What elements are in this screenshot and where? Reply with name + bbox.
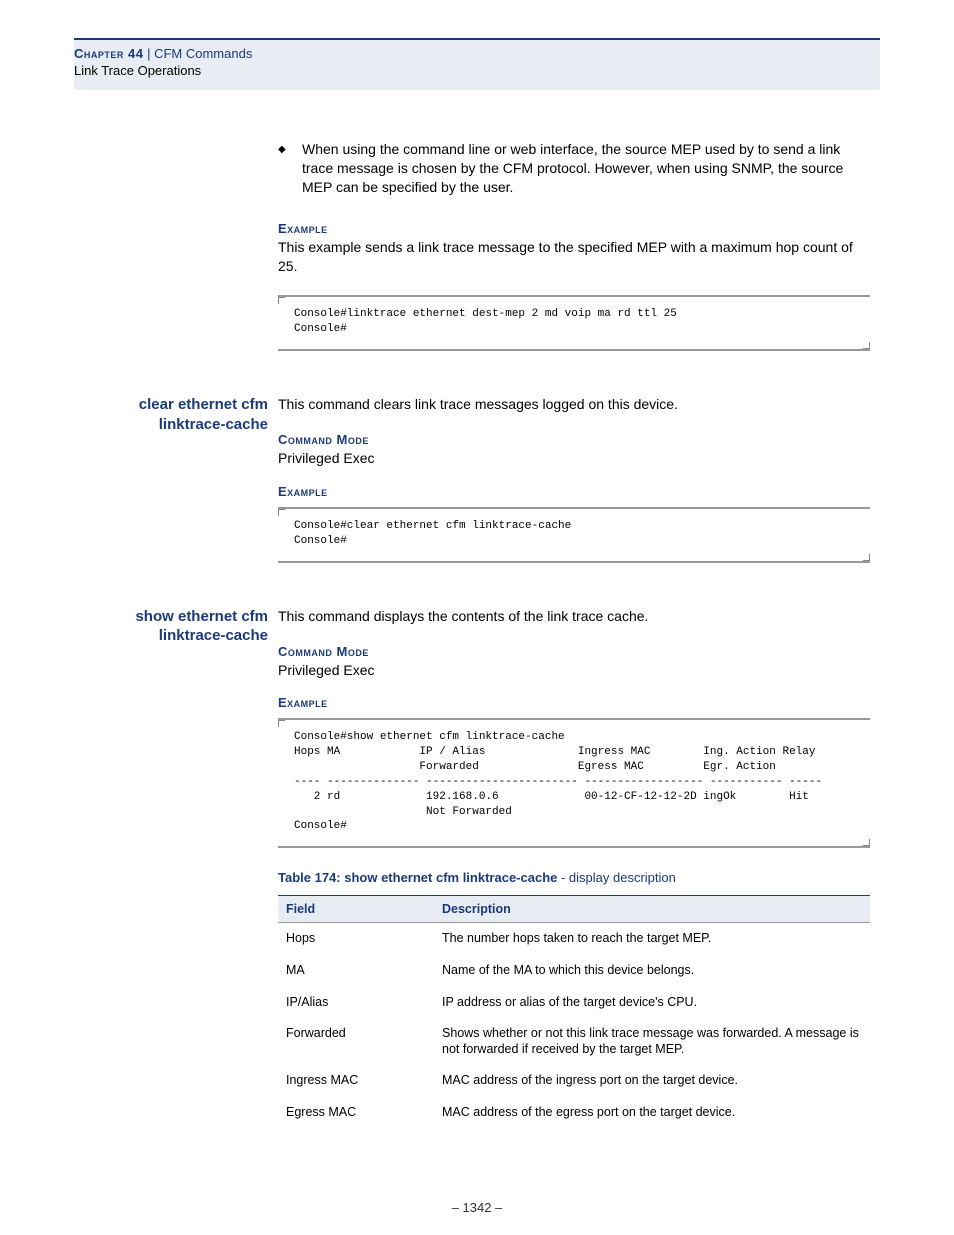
cell-desc: Shows whether or not this link trace mes… — [434, 1018, 870, 1065]
command-desc-show: This command displays the contents of th… — [278, 607, 870, 626]
command-mode-value-2: Privileged Exec — [278, 661, 870, 680]
table-row: ForwardedShows whether or not this link … — [278, 1018, 870, 1065]
code-block-1: Console#linktrace ethernet dest-mep 2 md… — [278, 295, 870, 351]
example-label-2: Example — [278, 484, 870, 499]
command-name-show: show ethernet cfm linktrace-cache — [74, 607, 268, 646]
example-label-3: Example — [278, 695, 870, 710]
cell-field: Ingress MAC — [278, 1065, 434, 1097]
cell-desc: Name of the MA to which this device belo… — [434, 955, 870, 987]
header-line-1: Chapter 44 | CFM Commands — [74, 46, 880, 61]
th-desc: Description — [434, 896, 870, 923]
table-caption-rest: - display description — [557, 870, 676, 885]
th-field: Field — [278, 896, 434, 923]
table-row: MAName of the MA to which this device be… — [278, 955, 870, 987]
bullet-item: ◆ When using the command line or web int… — [278, 140, 870, 197]
table-caption-bold: Table 174: show ethernet cfm linktrace-c… — [278, 870, 557, 885]
header-sep: | — [143, 46, 154, 61]
command-mode-label-2: Command Mode — [278, 644, 870, 659]
command-mode-label: Command Mode — [278, 432, 870, 447]
cell-desc: MAC address of the ingress port on the t… — [434, 1065, 870, 1097]
cell-desc: MAC address of the egress port on the ta… — [434, 1097, 870, 1129]
cell-field: Hops — [278, 923, 434, 955]
cell-field: Forwarded — [278, 1018, 434, 1065]
header-subtitle: Link Trace Operations — [74, 63, 880, 78]
cell-field: Egress MAC — [278, 1097, 434, 1129]
page-header: Chapter 44 | CFM Commands Link Trace Ope… — [74, 38, 880, 90]
page-number: – 1342 – — [0, 1200, 954, 1215]
cell-field: IP/Alias — [278, 987, 434, 1019]
table-row: IP/AliasIP address or alias of the targe… — [278, 987, 870, 1019]
command-mode-value: Privileged Exec — [278, 449, 870, 468]
table-caption: Table 174: show ethernet cfm linktrace-c… — [278, 870, 870, 885]
code-block-3: Console#show ethernet cfm linktrace-cach… — [278, 718, 870, 848]
cell-field: MA — [278, 955, 434, 987]
bullet-text: When using the command line or web inter… — [302, 140, 870, 197]
code-block-2: Console#clear ethernet cfm linktrace-cac… — [278, 507, 870, 563]
bullet-icon: ◆ — [278, 140, 302, 197]
table-row: Egress MACMAC address of the egress port… — [278, 1097, 870, 1129]
cell-desc: IP address or alias of the target device… — [434, 987, 870, 1019]
example-label: Example — [278, 221, 870, 236]
chapter-title: CFM Commands — [154, 46, 252, 61]
command-section-clear: clear ethernet cfm linktrace-cache This … — [278, 395, 870, 414]
command-section-show: show ethernet cfm linktrace-cache This c… — [278, 607, 870, 626]
example-intro: This example sends a link trace message … — [278, 238, 870, 276]
cell-desc: The number hops taken to reach the targe… — [434, 923, 870, 955]
command-desc-clear: This command clears link trace messages … — [278, 395, 870, 414]
description-table: Field Description HopsThe number hops ta… — [278, 895, 870, 1128]
command-name-clear: clear ethernet cfm linktrace-cache — [74, 395, 268, 434]
table-row: Ingress MACMAC address of the ingress po… — [278, 1065, 870, 1097]
chapter-label: Chapter 44 — [74, 46, 143, 61]
table-row: HopsThe number hops taken to reach the t… — [278, 923, 870, 955]
